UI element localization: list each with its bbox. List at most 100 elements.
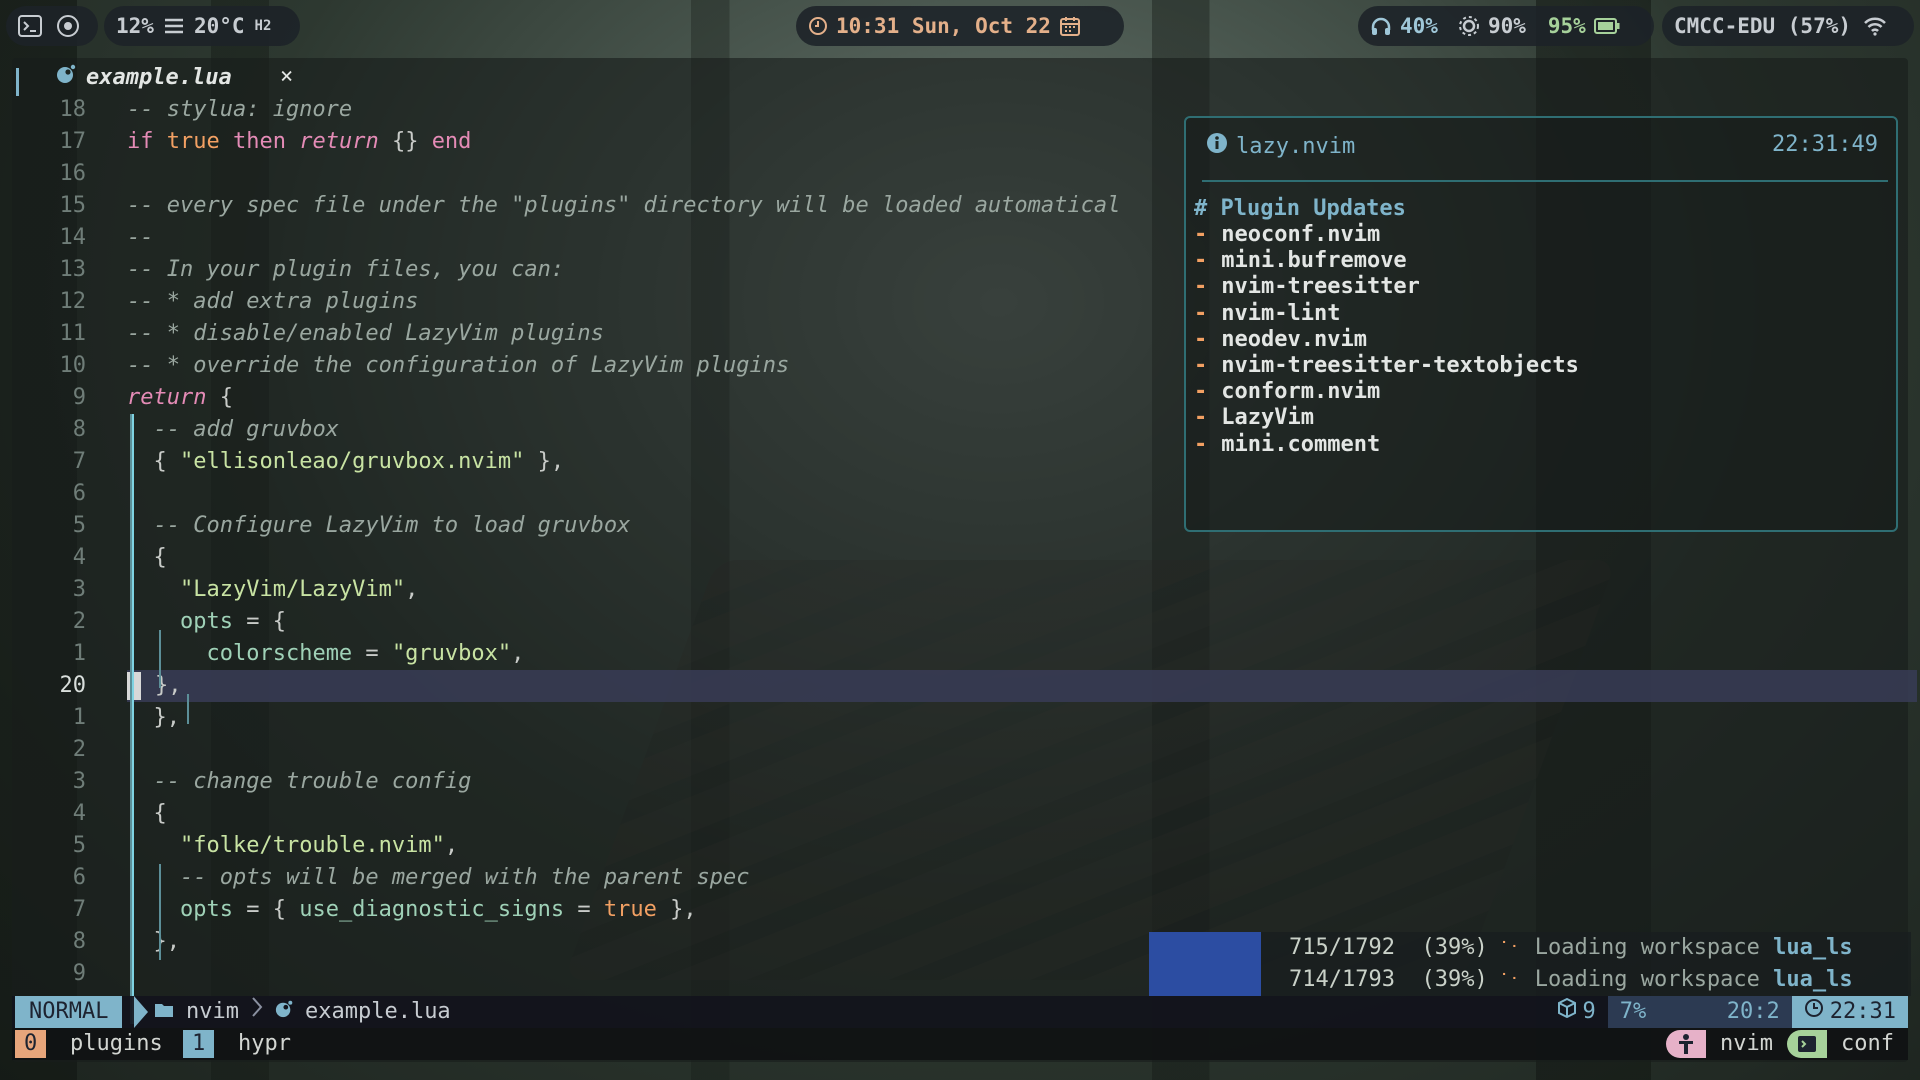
code-line[interactable]: 1 colorscheme = "gruvbox", [12,638,1908,670]
close-icon[interactable]: × [280,64,293,89]
indent-guide [187,694,189,724]
line-number: 2 [72,737,86,762]
terminal-icon[interactable] [18,15,42,37]
plugin-update-item[interactable]: - nvim-treesitter-textobjects [1194,353,1579,378]
plugin-update-item[interactable]: - neodev.nvim [1194,327,1367,352]
menu-icon [164,17,184,35]
line-number: 9 [72,385,86,410]
code-line[interactable]: 1 }, [12,702,1908,734]
line-number: 1 [72,641,86,666]
line-number: 5 [72,513,86,538]
plugin-count[interactable]: 9 [1545,996,1608,1028]
window-name[interactable]: plugins [70,1030,163,1058]
breadcrumb-file[interactable]: example.lua [305,996,451,1028]
cpu-usage: 12% [116,14,154,38]
code-token: = [564,897,604,922]
clock-widget[interactable]: 10:31 Sun, Oct 22 [796,6,1124,46]
volume-level: 40% [1400,14,1438,38]
code-line[interactable]: 2 [12,734,1908,766]
code-line[interactable]: 20}, [12,670,1908,702]
tmux-right: nvim conf [1666,1030,1908,1058]
code-text: }, [127,926,180,958]
code-token: , [511,641,525,666]
plugin-name: LazyVim [1221,405,1314,431]
code-line[interactable]: 7 opts = { use_diagnostic_signs = true }… [12,894,1908,926]
code-line[interactable]: 3 -- change trouble config [12,766,1908,798]
breadcrumb: nvim example.lua [154,996,451,1028]
person-icon [1666,1030,1707,1058]
code-line[interactable]: 4 { [12,542,1908,574]
info-icon [1206,132,1228,160]
window-index[interactable]: 1 [183,1030,215,1058]
code-token: {} [378,129,432,154]
code-token: }, [127,929,180,954]
line-number: 18 [59,97,87,122]
code-text: return { [127,382,233,414]
plugin-name: conform.nvim [1221,379,1381,405]
code-token: { [127,449,180,474]
code-token: -- change trouble config [153,769,472,794]
code-text: -- In your plugin files, you can: [127,254,564,286]
line-number: 12 [59,289,87,314]
line-number: 1 [72,705,86,730]
code-line[interactable]: 6 -- opts will be merged with the parent… [12,862,1908,894]
browser-icon[interactable] [56,14,80,38]
plugin-name: mini.bufremove [1221,248,1407,274]
code-token: -- add gruvbox [153,417,339,442]
code-token: }, [524,449,565,474]
line-number: 16 [59,161,87,186]
plugin-update-item[interactable]: - LazyVim [1194,405,1314,430]
plugin-update-item[interactable]: - mini.comment [1194,432,1380,457]
wifi-icon [1863,16,1887,36]
code-text: -- add gruvbox [127,414,339,446]
code-token: opts [179,897,233,922]
list-bullet: - [1194,431,1208,457]
notification-popup[interactable]: lazy.nvim 22:31:49 # Plugin Updates - neo… [1184,116,1898,532]
network-widget[interactable]: CMCC-EDU (57%) [1662,6,1914,46]
progress-block [1149,932,1261,996]
launcher-group [6,6,98,46]
line-number: 8 [72,929,86,954]
indent-guide-active [132,414,134,1024]
list-bullet: - [1194,222,1208,247]
code-token: -- Configure LazyVim to load gruvbox [153,513,631,538]
code-token: , [444,833,459,858]
code-line[interactable]: 4 { [12,798,1908,830]
breadcrumb-dir[interactable]: nvim [186,996,239,1028]
plugin-update-item[interactable]: - nvim-lint [1194,301,1340,326]
plugin-update-item[interactable]: - conform.nvim [1194,379,1380,404]
plugin-name: nvim-treesitter [1221,274,1420,300]
brightness-level: 90% [1487,14,1526,38]
brightness-icon[interactable] [1458,15,1480,37]
top-bar: 12% 20°C H2 10:31 Sun, Oct 22 40% 90% 95… [0,0,1920,52]
buffer-tabline: example.lua × [12,58,1908,96]
notification-source: lazy.nvim [1236,133,1356,159]
plugin-name: neoconf.nvim [1221,222,1381,247]
code-text: -- stylua: ignore [127,94,352,126]
list-bullet: - [1194,353,1208,378]
code-token: true [166,129,220,154]
tab-example-lua[interactable]: example.lua [56,62,232,92]
lua-file-icon [275,996,293,1028]
window-name[interactable]: hypr [238,1030,291,1058]
code-text: "folke/trouble.nvim", [127,830,458,862]
clock-icon [1804,996,1824,1028]
plugin-update-item[interactable]: - mini.bufremove [1194,248,1407,273]
list-bullet: - [1194,274,1208,300]
plugin-update-item[interactable]: - neoconf.nvim [1194,222,1380,247]
lua-file-icon [56,64,76,90]
code-token: opts [179,609,233,634]
plugin-update-item[interactable]: - nvim-treesitter [1194,274,1420,299]
code-token: return [299,129,379,154]
code-line[interactable]: 3 "LazyVim/LazyVim", [12,574,1908,606]
indent-guide [159,864,161,960]
headphones-icon[interactable] [1370,16,1392,36]
code-line[interactable]: 2 opts = { [12,606,1908,638]
window-index[interactable]: 0 [15,1030,47,1058]
code-token: colorscheme [206,641,353,666]
code-text: -- [127,222,154,254]
network-name: CMCC-EDU (57%) [1674,14,1852,38]
code-line[interactable]: 5 "folke/trouble.nvim", [12,830,1908,862]
